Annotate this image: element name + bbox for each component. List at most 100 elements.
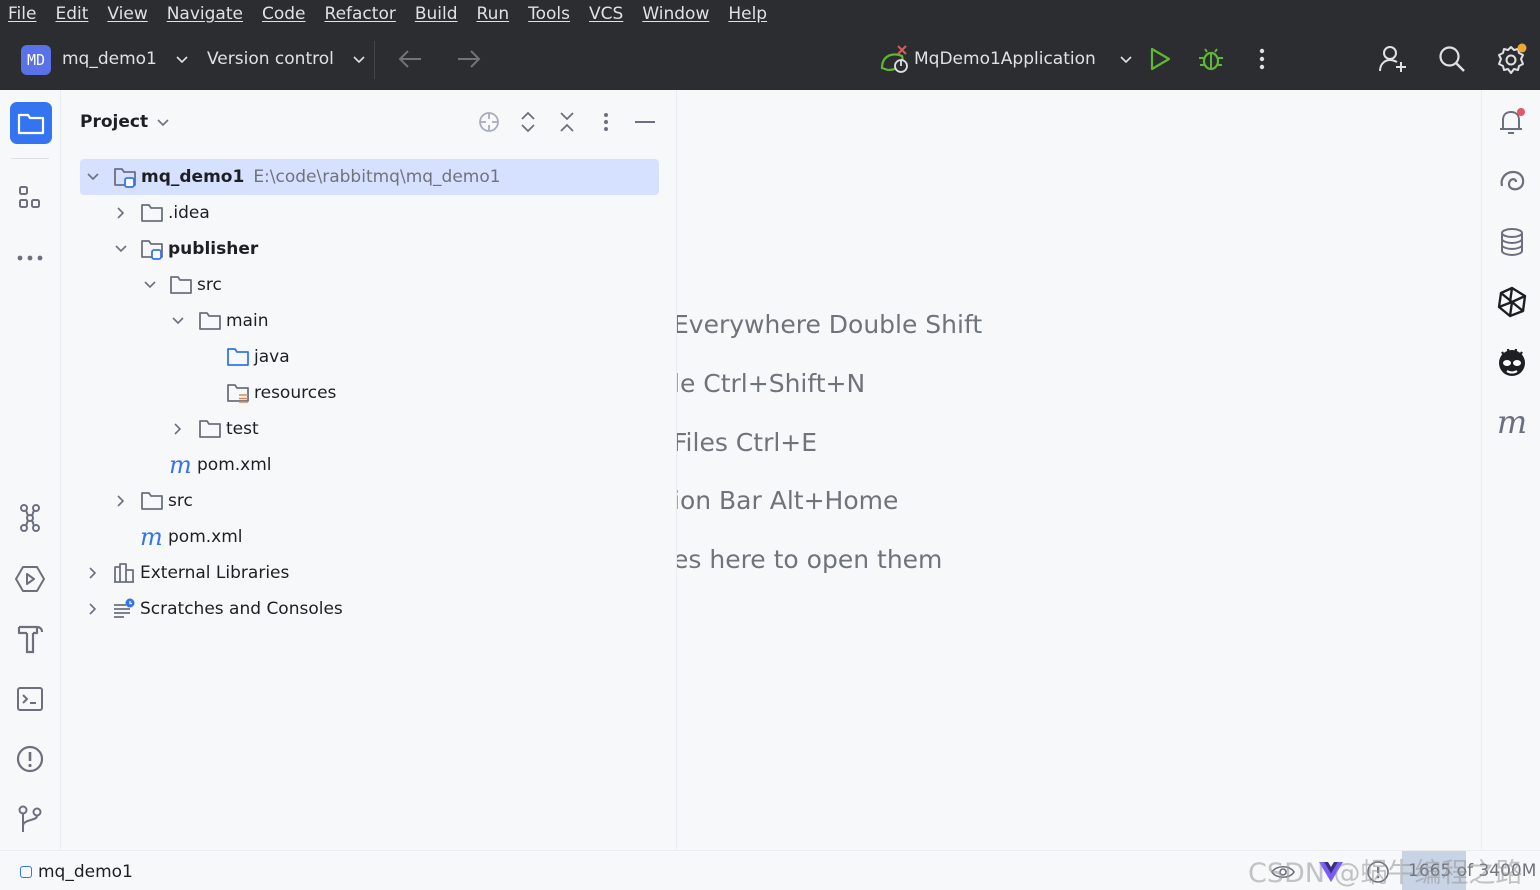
tree-node-java[interactable]: java	[80, 339, 659, 375]
terminal-icon	[17, 687, 43, 711]
tree-node-src[interactable]: src	[80, 483, 659, 519]
chevron-right-icon	[174, 423, 182, 435]
menu-tools[interactable]: Tools	[528, 4, 570, 24]
notifications-button[interactable]	[1492, 102, 1532, 142]
maven-icon: m	[169, 451, 192, 479]
database-button[interactable]	[1492, 222, 1532, 262]
terminal-tool-button[interactable]	[10, 679, 50, 719]
tree-node-external-libraries[interactable]: External Libraries	[80, 555, 659, 591]
more-vertical-icon	[1259, 48, 1265, 70]
back-button[interactable]	[392, 41, 428, 77]
build-tool-button[interactable]	[10, 619, 50, 659]
hide-panel-button[interactable]	[631, 108, 659, 136]
menu-window[interactable]: Window	[642, 4, 709, 24]
menu-edit[interactable]: Edit	[55, 4, 88, 24]
mascot-plugin-button[interactable]	[1492, 342, 1532, 382]
services-tool-button[interactable]	[10, 498, 50, 538]
project-tool-window: Project mq_demo1 E:\code\rabbitmq\mq_dem…	[61, 90, 677, 850]
tree-node-label: main	[226, 311, 269, 331]
git-tool-button[interactable]	[10, 799, 50, 839]
tree-node-mq-demo1[interactable]: mq_demo1 E:\code\rabbitmq\mq_demo1	[80, 159, 659, 195]
problems-tool-button[interactable]	[10, 739, 50, 779]
watermark: CSDN @蜗牛编程之路	[1248, 858, 1523, 889]
left-tool-window-bar	[0, 90, 61, 850]
chevron-right-icon	[117, 495, 125, 507]
main-toolbar: MD mq_demo1 Version control MqDemo1Appli…	[0, 28, 1540, 90]
toolbar-divider	[374, 41, 375, 79]
structure-tool-button[interactable]	[10, 178, 50, 218]
panel-options-button[interactable]	[592, 108, 620, 136]
version-control-menu[interactable]: Version control	[207, 28, 367, 90]
chevron-down-icon	[144, 281, 156, 289]
menu-vcs[interactable]: VCS	[589, 4, 623, 24]
maven-tool-button[interactable]: m	[1492, 402, 1532, 442]
right-tool-window-bar: m	[1481, 90, 1540, 850]
plugin-tool-button[interactable]	[1492, 282, 1532, 322]
problems-icon	[16, 745, 44, 773]
ai-assistant-button[interactable]	[1492, 162, 1532, 202]
search-icon	[1439, 46, 1465, 72]
arrow-right-icon	[458, 50, 481, 68]
tree-node-idea[interactable]: .idea	[80, 195, 659, 231]
menu-file[interactable]: File	[8, 4, 36, 24]
search-button[interactable]	[1434, 41, 1470, 77]
run-config-name: MqDemo1Application	[914, 49, 1096, 69]
add-user-icon	[1379, 46, 1406, 72]
chevron-down-icon	[115, 245, 127, 253]
more-tool-windows-button[interactable]	[10, 238, 50, 278]
expand-all-icon	[521, 111, 535, 133]
more-actions-button[interactable]	[1244, 41, 1280, 77]
structure-icon	[19, 186, 40, 208]
folder-icon	[141, 204, 163, 222]
run-configuration-selector[interactable]: MqDemo1Application	[878, 28, 1134, 90]
tree-node-test[interactable]: test	[80, 411, 659, 447]
menu-help[interactable]: Help	[728, 4, 767, 24]
forward-button[interactable]	[451, 41, 487, 77]
project-tool-button[interactable]	[10, 102, 52, 144]
settings-button[interactable]	[1493, 41, 1529, 77]
collapse-all-button[interactable]	[553, 108, 581, 136]
menu-run[interactable]: Run	[477, 4, 510, 24]
tree-node-pom-xml[interactable]: m pom.xml	[80, 447, 659, 483]
folder-icon	[17, 113, 45, 135]
add-user-button[interactable]	[1375, 41, 1411, 77]
tree-node-src[interactable]: src	[80, 267, 659, 303]
chevron-right-icon	[89, 567, 97, 579]
hint-go-to-file: le Ctrl+Shift+N	[677, 369, 866, 398]
resources-folder-icon	[227, 384, 249, 403]
play-icon	[1150, 47, 1171, 71]
tree-node-pom-xml[interactable]: m pom.xml	[80, 519, 659, 555]
project-selector[interactable]: mq_demo1	[62, 28, 190, 90]
chevron-down-icon	[1120, 56, 1132, 64]
tree-node-scratches[interactable]: Scratches and Consoles	[80, 591, 659, 627]
expand-all-button[interactable]	[514, 108, 542, 136]
menu-code[interactable]: Code	[262, 4, 306, 24]
menu-refactor[interactable]: Refactor	[325, 4, 396, 24]
status-bar: mq_demo1 1665 of 3400M CSDN @蜗牛编程之路	[0, 850, 1540, 890]
run-button[interactable]	[1142, 41, 1178, 77]
chevron-down-icon	[87, 173, 99, 181]
folder-icon	[199, 312, 221, 330]
tree-node-main[interactable]: main	[80, 303, 659, 339]
services-icon	[20, 504, 40, 532]
menu-view[interactable]: View	[107, 4, 147, 24]
tree-node-label: mq_demo1	[141, 167, 245, 187]
toolbar-divider	[11, 158, 49, 159]
project-view-selector[interactable]: Project	[80, 112, 170, 132]
tree-node-publisher[interactable]: publisher	[80, 231, 659, 267]
debug-button[interactable]	[1193, 41, 1229, 77]
git-branch-icon	[18, 805, 42, 832]
tree-node-path: E:\code\rabbitmq\mq_demo1	[253, 167, 501, 187]
chevron-right-icon	[117, 207, 125, 219]
breadcrumb[interactable]: mq_demo1	[20, 862, 133, 882]
menu-build[interactable]: Build	[415, 4, 458, 24]
crosshair-icon	[479, 112, 499, 132]
run-tool-button[interactable]	[10, 559, 50, 599]
run-window-icon	[15, 566, 45, 592]
tree-node-label: test	[226, 419, 259, 439]
project-badge[interactable]: MD	[21, 45, 51, 75]
hint-navigation-bar: ion Bar Alt+Home	[677, 486, 899, 515]
select-opened-file-button[interactable]	[475, 108, 503, 136]
tree-node-resources[interactable]: resources	[80, 375, 659, 411]
menu-navigate[interactable]: Navigate	[167, 4, 243, 24]
